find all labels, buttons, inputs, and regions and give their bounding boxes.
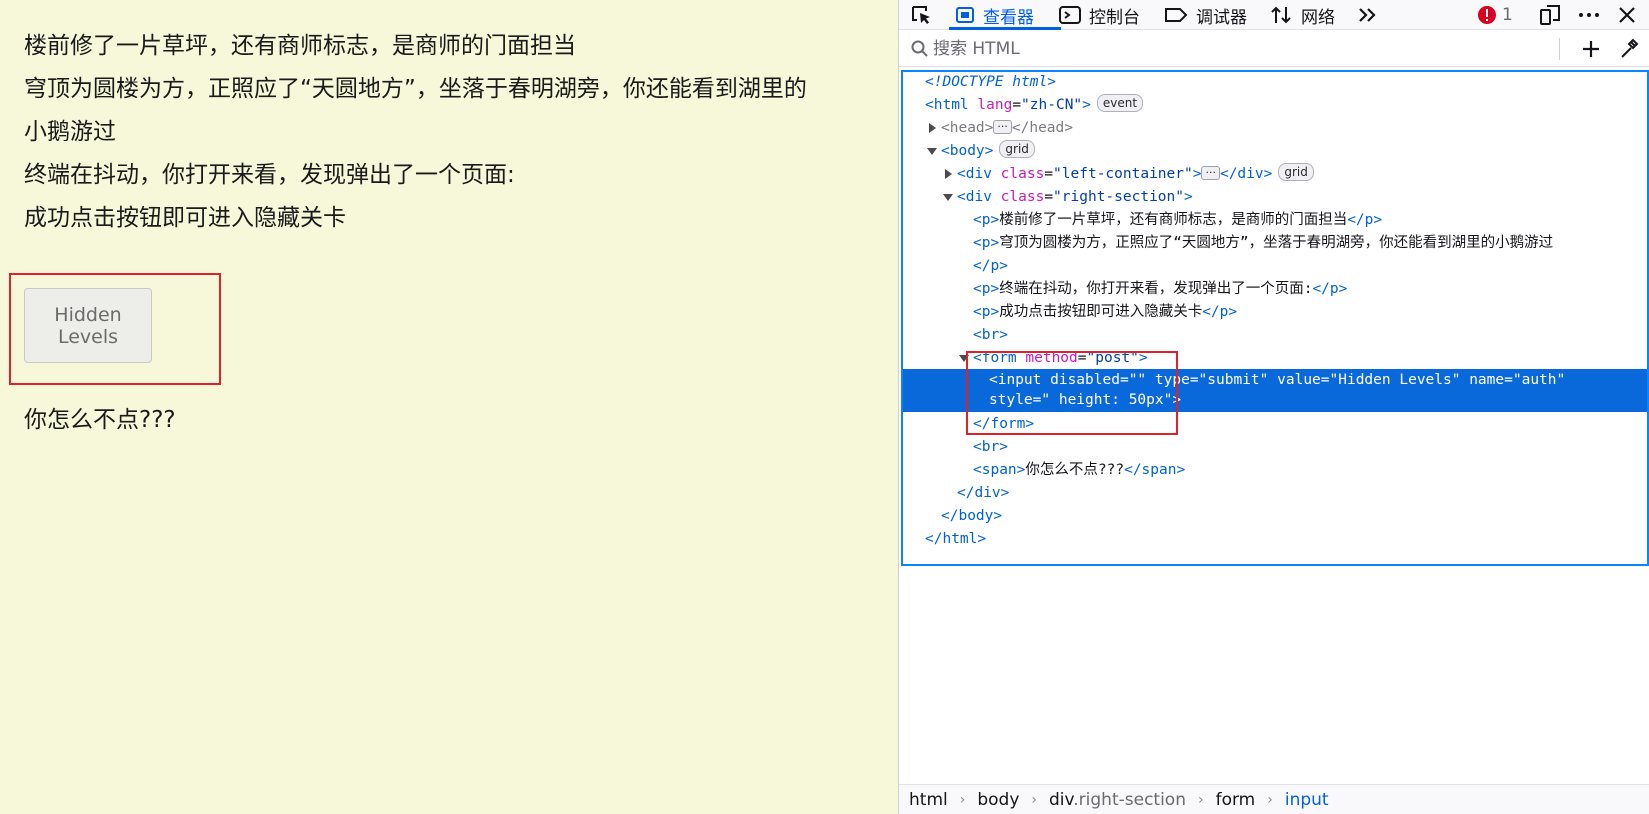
collapse-icon[interactable]	[943, 194, 953, 201]
tab-network[interactable]: 网络	[1269, 0, 1335, 30]
close-devtools-button[interactable]	[1617, 0, 1645, 30]
chevron-double-right-icon	[1359, 8, 1376, 22]
element-picker-icon	[912, 6, 930, 24]
devtools-menu-button[interactable]	[1577, 0, 1609, 30]
expand-icon[interactable]	[929, 123, 936, 133]
collapsed-ellipsis[interactable]: ···	[1201, 166, 1220, 180]
tab-console[interactable]: 控制台	[1059, 0, 1140, 30]
markup-p-node[interactable]: <p>穹顶为圆楼为方，正照应了“天圆地方”，坐落于春明湖旁，你还能看到湖里的小鹅…	[903, 232, 1647, 256]
markup-left-container-node[interactable]: <div class="left-container"> ··· </div> gri…	[903, 163, 1647, 187]
markup-doctype[interactable]: <!DOCTYPE html>	[903, 72, 1647, 95]
breadcrumb: html › body › div.right-section › form ›…	[899, 784, 1649, 814]
collapse-icon[interactable]	[927, 148, 937, 155]
search-icon	[911, 40, 928, 57]
close-icon	[1619, 7, 1635, 23]
markup-p-close[interactable]: </p>	[903, 255, 1647, 279]
collapsed-ellipsis[interactable]: ···	[993, 120, 1012, 134]
markup-html-node[interactable]: <html lang="zh-CN"> event	[903, 94, 1647, 118]
input-highlight-box	[966, 351, 1178, 435]
web-page: 楼前修了一片草坪，还有商师标志，是商师的门面担当 穹顶为圆楼为方，正照应了“天圆…	[0, 0, 898, 814]
search-html-input[interactable]	[933, 37, 1433, 61]
toolbar-divider	[1559, 38, 1560, 60]
console-icon	[1059, 6, 1081, 24]
paragraph-2: 穹顶为圆楼为方，正照应了“天圆地方”，坐落于春明湖旁，你还能看到湖里的	[24, 76, 807, 102]
markup-br-node[interactable]: <br>	[903, 324, 1647, 348]
breadcrumb-div-right-section[interactable]: div.right-section	[1049, 790, 1186, 810]
paragraph-2-continued: 小鹅游过	[24, 119, 116, 145]
markup-body-node[interactable]: <body> grid	[903, 140, 1647, 164]
tab-inspector[interactable]: 查看器	[955, 0, 1034, 30]
eyedropper-icon[interactable]	[1619, 38, 1639, 60]
expand-icon[interactable]	[945, 169, 952, 179]
responsive-mode-button[interactable]	[1539, 0, 1569, 30]
markup-div-close[interactable]: </div>	[903, 482, 1647, 506]
markup-span-node[interactable]: <span>你怎么不点???</span>	[903, 459, 1647, 483]
markup-html-close[interactable]: </html>	[903, 528, 1647, 552]
button-highlight-box	[9, 273, 221, 385]
markup-head-node[interactable]: <head> ··· </head>	[903, 117, 1647, 141]
chevron-right-icon: ›	[959, 791, 966, 808]
tail-text: 你怎么不点???	[24, 407, 176, 433]
markup-br-node[interactable]: <br>	[903, 436, 1647, 460]
more-icon	[1579, 13, 1599, 17]
chevron-right-icon: ›	[1267, 791, 1273, 808]
devtools-toolbar: 查看器 控制台 调试器 网络 1	[899, 0, 1649, 30]
active-tab-indicator	[949, 27, 1061, 30]
network-icon	[1271, 6, 1291, 24]
element-picker-button[interactable]	[911, 0, 941, 30]
breadcrumb-html[interactable]: html	[909, 790, 948, 810]
error-counter[interactable]: 1	[1477, 0, 1513, 30]
add-node-icon[interactable]	[1581, 39, 1601, 59]
paragraph-4: 成功点击按钮即可进入隐藏关卡	[24, 205, 346, 231]
event-badge[interactable]: event	[1096, 94, 1144, 112]
paragraph-1: 楼前修了一片草坪，还有商师标志，是商师的门面担当	[24, 33, 576, 59]
error-icon	[1478, 6, 1496, 24]
markup-view: <!DOCTYPE html> <html lang="zh-CN"> event…	[901, 70, 1649, 566]
breadcrumb-form[interactable]: form	[1216, 790, 1256, 810]
grid-badge[interactable]: grid	[999, 140, 1035, 158]
markup-p-node[interactable]: <p>终端在抖动，你打开来看，发现弹出了一个页面:</p>	[903, 278, 1647, 302]
devtools-panel: 查看器 控制台 调试器 网络 1 搜索 HTML <!DOCTYPE html>…	[898, 0, 1649, 814]
paragraph-3: 终端在抖动，你打开来看，发现弹出了一个页面:	[24, 162, 515, 188]
inspector-icon	[956, 7, 974, 23]
html-search-bar	[899, 31, 1649, 67]
tab-debugger[interactable]: 调试器	[1164, 0, 1247, 30]
grid-badge[interactable]: grid	[1278, 163, 1314, 181]
chevron-right-icon: ›	[1031, 791, 1037, 808]
more-tabs-button[interactable]	[1357, 0, 1387, 30]
breadcrumb-input[interactable]: input	[1285, 790, 1329, 810]
markup-right-section-node[interactable]: <div class="right-section">	[903, 186, 1647, 210]
markup-p-node[interactable]: <p>成功点击按钮即可进入隐藏关卡</p>	[903, 301, 1647, 325]
breadcrumb-body[interactable]: body	[977, 790, 1019, 810]
responsive-icon	[1540, 5, 1560, 25]
chevron-right-icon: ›	[1197, 791, 1204, 808]
markup-p-node[interactable]: <p>楼前修了一片草坪，还有商师标志，是商师的门面担当</p>	[903, 209, 1647, 233]
debugger-icon	[1165, 8, 1188, 22]
markup-body-close[interactable]: </body>	[903, 505, 1647, 529]
